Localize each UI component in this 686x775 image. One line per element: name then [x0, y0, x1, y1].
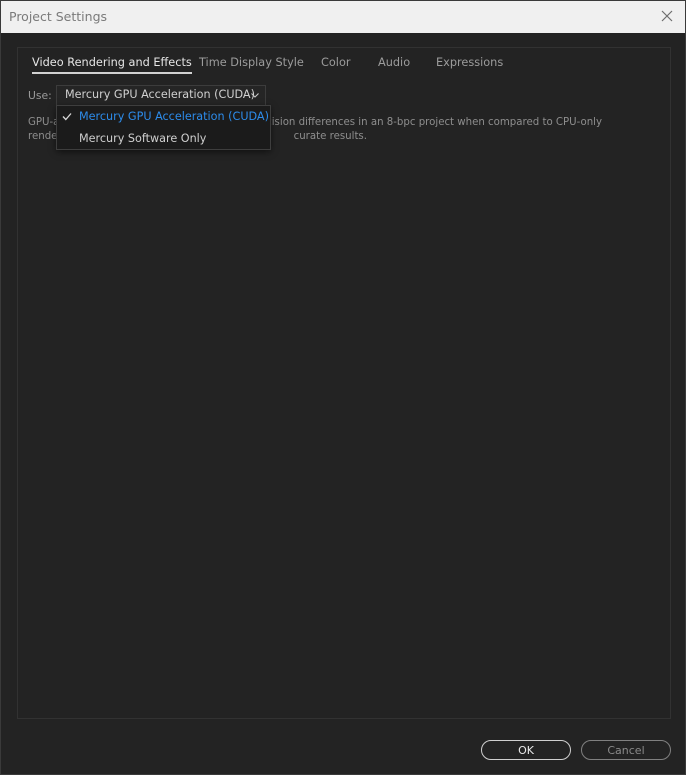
tab-expressions[interactable]: Expressions — [436, 56, 503, 69]
use-label: Use: — [28, 89, 52, 102]
description-line-1-suffix: precision differences in an 8-bpc projec… — [249, 117, 603, 128]
tab-color[interactable]: Color — [321, 56, 351, 69]
cancel-button[interactable]: Cancel — [581, 740, 671, 760]
ok-button[interactable]: OK — [481, 740, 571, 760]
close-button[interactable] — [655, 5, 679, 27]
tab-time-display-style[interactable]: Time Display Style — [199, 56, 304, 69]
renderer-select[interactable]: Mercury GPU Acceleration (CUDA) — [56, 85, 266, 106]
tab-video-rendering[interactable]: Video Rendering and Effects — [32, 56, 192, 74]
close-icon — [661, 10, 673, 22]
window-title: Project Settings — [9, 9, 108, 24]
renderer-select-value: Mercury GPU Acceleration (CUDA) — [65, 88, 255, 101]
renderer-option-label: Mercury GPU Acceleration (CUDA) — [79, 110, 269, 123]
description-line-2-suffix: curate results. — [293, 131, 367, 142]
renderer-option-label: Mercury Software Only — [79, 132, 207, 145]
renderer-option-gpu-cuda[interactable]: Mercury GPU Acceleration (CUDA) — [57, 106, 270, 127]
chevron-down-icon — [251, 93, 259, 98]
tab-audio[interactable]: Audio — [378, 56, 410, 69]
renderer-dropdown-menu: Mercury GPU Acceleration (CUDA) Mercury … — [56, 105, 271, 150]
description-line-1-prefix: GPU-a — [28, 117, 60, 128]
checkmark-icon — [62, 113, 72, 121]
active-tab-indicator — [32, 72, 192, 74]
title-bar: Project Settings — [1, 1, 685, 33]
tab-label: Video Rendering and Effects — [32, 56, 192, 69]
renderer-option-software-only[interactable]: Mercury Software Only — [57, 128, 270, 149]
project-settings-dialog: Project Settings Video Rendering and Eff… — [0, 0, 686, 775]
